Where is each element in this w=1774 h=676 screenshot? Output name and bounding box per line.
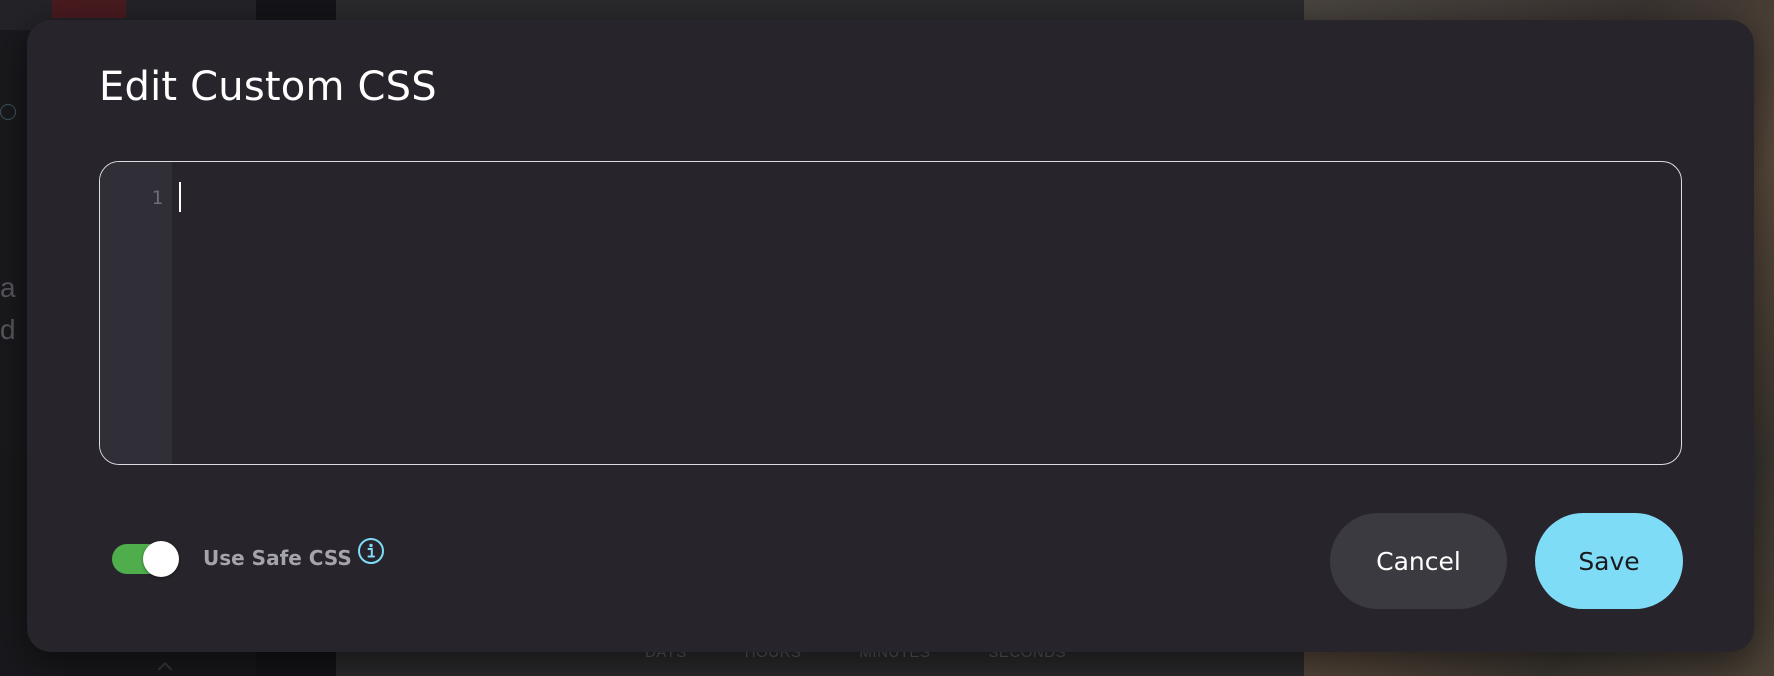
toggle-knob (143, 541, 179, 577)
info-icon[interactable] (357, 537, 385, 565)
safe-css-toggle[interactable] (112, 541, 179, 577)
cancel-button[interactable]: Cancel (1330, 513, 1507, 609)
background-text-fragment: d (0, 314, 16, 345)
background-red-tab (52, 0, 126, 18)
background-text-fragment: a (0, 272, 16, 303)
modal-title: Edit Custom CSS (99, 64, 437, 110)
edit-css-modal: Edit Custom CSS 1 Use Safe CSS Cancel Sa… (27, 20, 1754, 652)
text-cursor (179, 182, 181, 212)
editor-gutter: 1 (100, 162, 172, 464)
editor-code-area[interactable] (172, 162, 1681, 464)
line-number: 1 (151, 187, 163, 209)
safe-css-label: Use Safe CSS (203, 546, 352, 570)
save-button[interactable]: Save (1535, 513, 1683, 609)
css-code-editor[interactable]: 1 (99, 161, 1682, 465)
background-info-icon (0, 104, 16, 120)
